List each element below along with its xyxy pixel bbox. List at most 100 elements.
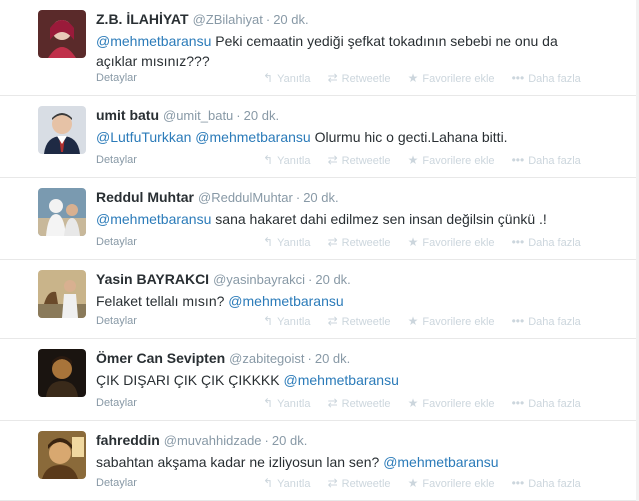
favorite-button[interactable]: ★ Favorilere ekle <box>408 235 495 250</box>
username[interactable]: @zabitegoist <box>229 351 304 366</box>
retweet-label: Retweetle <box>341 398 391 410</box>
mention-link[interactable]: @mehmetbaransu <box>96 33 211 49</box>
details-link[interactable]: Detaylar <box>96 154 137 166</box>
avatar[interactable] <box>38 270 86 318</box>
retweet-button[interactable]: ⇄ Retweetle <box>328 314 391 329</box>
mention-link[interactable]: @mehmetbaransu <box>96 211 211 227</box>
ellipsis-icon: ••• <box>511 235 525 249</box>
retweet-icon: ⇄ <box>327 476 338 490</box>
more-button[interactable]: ••• Daha fazla <box>512 314 581 329</box>
mention-link[interactable]: @mehmetbaransu <box>228 293 343 309</box>
star-icon: ★ <box>407 153 419 167</box>
avatar[interactable] <box>38 10 86 58</box>
retweet-button[interactable]: ⇄ Retweetle <box>328 396 391 411</box>
more-label: Daha fazla <box>528 316 581 328</box>
reply-label: Yanıtla <box>277 155 311 167</box>
timestamp[interactable]: 20 dk. <box>272 433 307 448</box>
avatar[interactable] <box>38 188 86 236</box>
fullname[interactable]: Ömer Can Sevipten <box>96 350 225 366</box>
star-icon: ★ <box>407 314 419 328</box>
tweet-item[interactable]: Z.B. İLAHİYAT @ZBilahiyat · 20 dk. @mehmetb… <box>0 0 639 96</box>
retweet-button[interactable]: ⇄ Retweetle <box>328 71 391 86</box>
reply-button[interactable]: ↰ Yanıtla <box>263 71 311 86</box>
retweet-icon: ⇄ <box>327 396 338 410</box>
details-link[interactable]: Detaylar <box>96 236 137 248</box>
reply-button[interactable]: ↰ Yanıtla <box>263 153 311 168</box>
retweet-button[interactable]: ⇄ Retweetle <box>328 235 391 250</box>
fullname[interactable]: Yasin BAYRAKCI <box>96 271 209 287</box>
favorite-button[interactable]: ★ Favorilere ekle <box>408 71 495 86</box>
details-link[interactable]: Detaylar <box>96 315 137 327</box>
reply-button[interactable]: ↰ Yanıtla <box>263 314 311 329</box>
favorite-label: Favorilere ekle <box>422 73 495 85</box>
star-icon: ★ <box>407 396 419 410</box>
separator-dot: · <box>308 272 313 287</box>
retweet-icon: ⇄ <box>327 235 338 249</box>
more-button[interactable]: ••• Daha fazla <box>512 153 581 168</box>
more-label: Daha fazla <box>528 478 581 490</box>
tweet-body: Olurmu hic o gecti.Lahana bitti. <box>314 129 508 145</box>
favorite-button[interactable]: ★ Favorilere ekle <box>408 396 495 411</box>
tweet-footer: Detaylar ↰ Yanıtla ⇄ Retweetle ★ Favorilere… <box>96 235 616 249</box>
star-icon: ★ <box>407 71 419 85</box>
favorite-button[interactable]: ★ Favorilere ekle <box>408 476 495 491</box>
separator-dot: · <box>264 433 269 448</box>
details-link[interactable]: Detaylar <box>96 477 137 489</box>
tweet-actions: ↰ Yanıtla ⇄ Retweetle ★ Favorilere ekle •••… <box>263 396 595 411</box>
timestamp[interactable]: 20 dk. <box>244 108 279 123</box>
fullname[interactable]: Z.B. İLAHİYAT <box>96 11 189 27</box>
tweet-header: umit batu @umit_batu · 20 dk. <box>96 106 279 125</box>
avatar[interactable] <box>38 106 86 154</box>
avatar[interactable] <box>38 431 86 479</box>
tweet-item[interactable]: fahreddin @muvahhidzade · 20 dk. sabahtan a… <box>0 421 639 501</box>
more-button[interactable]: ••• Daha fazla <box>512 476 581 491</box>
reply-label: Yanıtla <box>277 478 311 490</box>
fullname[interactable]: Reddul Muhtar <box>96 189 194 205</box>
username[interactable]: @muvahhidzade <box>164 433 262 448</box>
timestamp[interactable]: 20 dk. <box>303 190 338 205</box>
avatar[interactable] <box>38 349 86 397</box>
favorite-label: Favorilere ekle <box>422 237 495 249</box>
favorite-button[interactable]: ★ Favorilere ekle <box>408 314 495 329</box>
reply-label: Yanıtla <box>277 316 311 328</box>
more-button[interactable]: ••• Daha fazla <box>512 71 581 86</box>
tweet-footer: Detaylar ↰ Yanıtla ⇄ Retweetle ★ Favorilere… <box>96 396 616 410</box>
tweet-item[interactable]: umit batu @umit_batu · 20 dk. @LutfuTurkkan… <box>0 96 639 178</box>
reply-button[interactable]: ↰ Yanıtla <box>263 396 311 411</box>
username[interactable]: @ReddulMuhtar <box>198 190 293 205</box>
mention-link[interactable]: @mehmetbaransu <box>383 454 498 470</box>
tweet-item[interactable]: Reddul Muhtar @ReddulMuhtar · 20 dk. @mehme… <box>0 178 639 260</box>
username[interactable]: @yasinbayrakci <box>213 272 305 287</box>
timestamp[interactable]: 20 dk. <box>315 351 350 366</box>
reply-label: Yanıtla <box>277 73 311 85</box>
reply-arrow-icon: ↰ <box>263 153 274 167</box>
retweet-button[interactable]: ⇄ Retweetle <box>328 153 391 168</box>
separator-dot: · <box>236 108 241 123</box>
username[interactable]: @umit_batu <box>163 108 233 123</box>
fullname[interactable]: umit batu <box>96 107 159 123</box>
mention-link[interactable]: @mehmetbaransu <box>195 129 310 145</box>
details-link[interactable]: Detaylar <box>96 397 137 409</box>
retweet-icon: ⇄ <box>327 153 338 167</box>
reply-button[interactable]: ↰ Yanıtla <box>263 476 311 491</box>
mention-link[interactable]: @LutfuTurkkan <box>96 129 191 145</box>
more-button[interactable]: ••• Daha fazla <box>512 235 581 250</box>
reply-button[interactable]: ↰ Yanıtla <box>263 235 311 250</box>
more-label: Daha fazla <box>528 398 581 410</box>
timestamp[interactable]: 20 dk. <box>273 12 308 27</box>
username[interactable]: @ZBilahiyat <box>193 12 263 27</box>
favorite-button[interactable]: ★ Favorilere ekle <box>408 153 495 168</box>
retweet-button[interactable]: ⇄ Retweetle <box>328 476 391 491</box>
timestamp[interactable]: 20 dk. <box>315 272 350 287</box>
tweet-body: Felaket tellalı mısın? <box>96 293 225 309</box>
tweet-text: sabahtan akşama kadar ne izliyosun lan s… <box>96 452 596 472</box>
tweet-item[interactable]: Yasin BAYRAKCI @yasinbayrakci · 20 dk. Fela… <box>0 260 639 339</box>
tweet-header: Yasin BAYRAKCI @yasinbayrakci · 20 dk. <box>96 270 351 289</box>
retweet-label: Retweetle <box>341 478 391 490</box>
tweet-footer: Detaylar ↰ Yanıtla ⇄ Retweetle ★ Favorilere… <box>96 71 616 85</box>
fullname[interactable]: fahreddin <box>96 432 160 448</box>
tweet-item[interactable]: Ömer Can Sevipten @zabitegoist · 20 dk. ÇIK… <box>0 339 639 421</box>
details-link[interactable]: Detaylar <box>96 72 137 84</box>
mention-link[interactable]: @mehmetbaransu <box>284 372 399 388</box>
more-button[interactable]: ••• Daha fazla <box>512 396 581 411</box>
